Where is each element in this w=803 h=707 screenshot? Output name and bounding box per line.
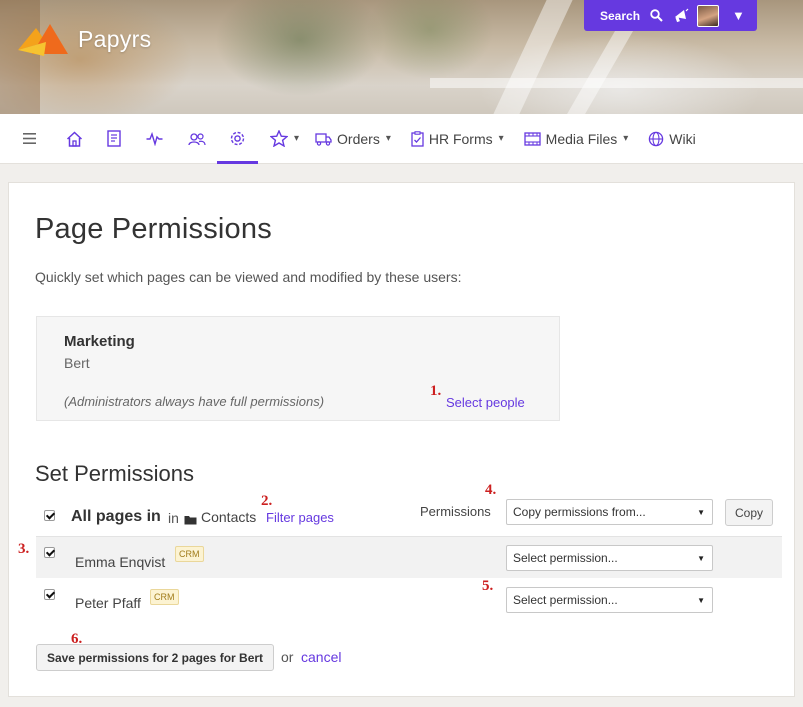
all-pages-label: All pages in	[71, 508, 161, 525]
copy-permissions-select[interactable]: Copy permissions from... ▼	[506, 499, 713, 525]
papyrs-logo-icon	[18, 24, 68, 56]
permissions-card: Page Permissions Quickly set which pages…	[8, 182, 795, 697]
permission-value: Select permission...	[513, 551, 618, 565]
top-searchbar: Search ▼	[584, 0, 757, 31]
row-checkbox-peter[interactable]	[44, 589, 55, 600]
nav-item-wiki[interactable]: Wiki	[648, 114, 696, 164]
main-nav: ▾ Orders ▾ HR Forms ▾ Media Files ▾ Wiki	[0, 114, 803, 164]
document-icon[interactable]	[107, 114, 121, 164]
select-people-link[interactable]: Select people	[446, 395, 525, 410]
chevron-down-icon: ▼	[697, 554, 705, 563]
nav-label: Media Files	[545, 130, 618, 147]
or-label: or	[281, 649, 294, 665]
truck-icon	[315, 132, 332, 146]
app-name: Papyrs	[78, 25, 152, 52]
chevron-down-icon[interactable]: ▾	[294, 133, 299, 144]
permission-select-peter[interactable]: Select permission... ▼	[506, 587, 713, 613]
folder-name: Contacts	[201, 509, 257, 525]
permission-value: Select permission...	[513, 593, 618, 607]
nav-label: Orders	[337, 130, 380, 147]
chevron-down-icon: ▾	[623, 133, 629, 144]
person-name: Peter Pfaff	[75, 595, 141, 611]
annotation-5: 5.	[482, 578, 494, 594]
cancel-link[interactable]: cancel	[301, 649, 341, 665]
nav-label: HR Forms	[428, 130, 493, 147]
globe-icon	[649, 131, 664, 146]
annotation-3: 3.	[18, 541, 30, 557]
group-member: Bert	[64, 355, 90, 371]
annotation-2: 2.	[261, 493, 273, 509]
copy-permissions-value: Copy permissions from...	[513, 505, 646, 519]
users-icon[interactable]	[188, 114, 206, 164]
film-icon	[524, 131, 541, 146]
gear-icon[interactable]	[217, 114, 258, 164]
activity-icon[interactable]	[146, 114, 163, 164]
home-icon[interactable]	[66, 114, 83, 164]
annotation-4: 4.	[485, 482, 497, 498]
nav-item-hr-forms[interactable]: HR Forms ▾	[411, 114, 504, 164]
save-permissions-button[interactable]: Save permissions for 2 pages for Bert	[36, 644, 274, 671]
nav-label: Wiki	[669, 130, 696, 147]
search-button[interactable]: Search	[600, 9, 640, 23]
star-icon[interactable]: ▾	[270, 114, 299, 164]
clipboard-icon	[411, 130, 424, 147]
page-title: Page Permissions	[35, 213, 272, 245]
in-label: in	[168, 510, 179, 526]
chevron-down-icon: ▼	[697, 596, 705, 605]
all-pages-checkbox[interactable]	[44, 510, 55, 521]
permissions-label: Permissions	[420, 504, 491, 519]
chevron-down-icon: ▾	[385, 133, 391, 144]
group-name: Marketing	[64, 333, 135, 350]
search-icon[interactable]	[650, 9, 663, 22]
section-title: Set Permissions	[35, 461, 194, 486]
megaphone-icon[interactable]	[673, 8, 689, 24]
filter-pages-link[interactable]: Filter pages	[266, 510, 334, 525]
annotation-1: 1.	[430, 383, 442, 399]
app-logo[interactable]: Papyrs	[16, 20, 151, 58]
page-intro: Quickly set which pages can be viewed an…	[35, 269, 462, 285]
group-summary: Marketing Bert (Administrators always ha…	[36, 316, 560, 421]
folder-icon	[184, 512, 197, 530]
chevron-down-icon: ▾	[498, 133, 504, 144]
person-name: Emma Enqvist	[75, 554, 166, 570]
avatar[interactable]	[697, 4, 720, 27]
nav-item-media-files[interactable]: Media Files ▾	[524, 114, 629, 164]
permission-select-emma[interactable]: Select permission... ▼	[506, 545, 713, 571]
admin-note: (Administrators always have full permiss…	[64, 394, 325, 409]
copy-button[interactable]: Copy	[725, 499, 773, 526]
chevron-down-icon[interactable]: ▼	[732, 8, 745, 23]
crm-badge: CRM	[150, 589, 179, 605]
crm-badge: CRM	[175, 546, 204, 562]
hamburger-icon[interactable]	[23, 114, 36, 164]
chevron-down-icon: ▼	[697, 508, 705, 517]
nav-item-orders[interactable]: Orders ▾	[315, 114, 391, 164]
row-checkbox-emma[interactable]	[44, 547, 55, 558]
